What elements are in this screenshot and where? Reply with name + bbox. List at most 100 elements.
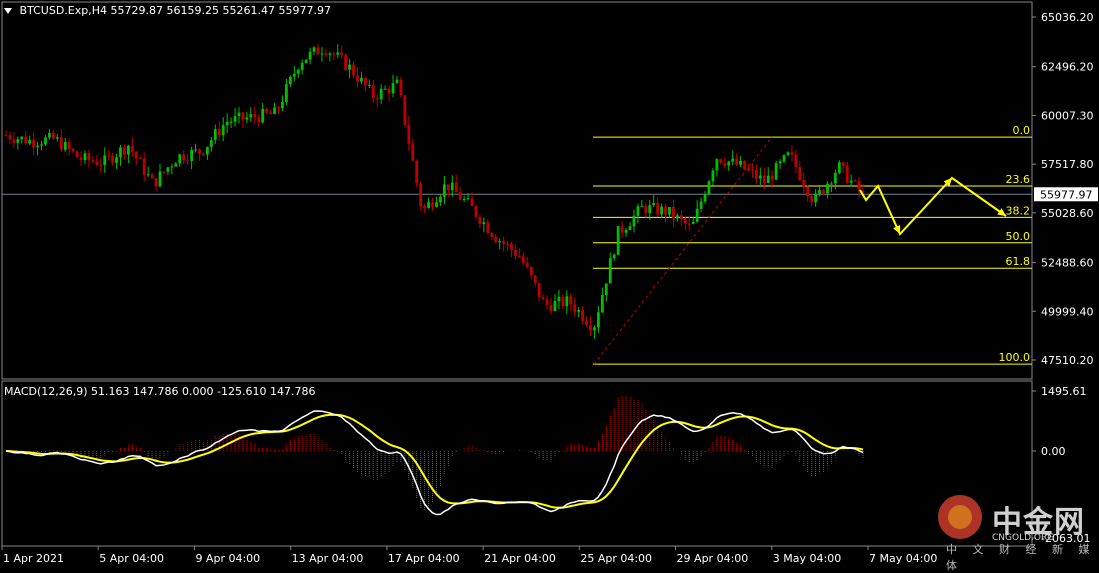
fib-level-label: 61.8 xyxy=(1006,255,1031,268)
fib-trend-line xyxy=(593,136,773,365)
macd-main-line xyxy=(5,410,864,516)
candle-body xyxy=(142,158,146,175)
candle-body xyxy=(853,180,857,182)
candle-body xyxy=(672,207,675,219)
candle-body xyxy=(99,165,103,167)
time-tick-label: 29 Apr 04:00 xyxy=(677,552,749,565)
candle-body xyxy=(494,237,498,243)
candle-body xyxy=(281,101,284,109)
candle-body xyxy=(8,135,12,140)
candle-body xyxy=(581,310,584,322)
candle-body xyxy=(59,137,63,150)
candle-body xyxy=(324,53,328,55)
candle-body xyxy=(20,136,24,140)
price-chart[interactable]: 65036.20 62496.20 60007.30 57517.80 55028.60… xyxy=(0,0,1099,569)
candle-body xyxy=(549,305,553,312)
candle-body xyxy=(790,152,794,155)
candle-body xyxy=(794,154,798,168)
candle-body xyxy=(328,53,332,55)
candle-body xyxy=(119,147,122,158)
candle-body xyxy=(383,88,387,90)
candle-body xyxy=(510,244,513,251)
candle-body xyxy=(521,256,525,263)
candle-body xyxy=(344,54,348,70)
candle-body xyxy=(656,202,660,215)
time-tick-label: 13 Apr 04:00 xyxy=(292,552,364,565)
candle-body xyxy=(364,77,367,86)
candle-body xyxy=(288,76,292,85)
candle-body xyxy=(87,153,91,161)
candle-body xyxy=(537,282,541,298)
candle-body xyxy=(225,121,229,126)
candle-body xyxy=(439,196,442,203)
candle-body xyxy=(352,64,355,76)
candle-body xyxy=(727,161,731,166)
candle-body xyxy=(762,175,766,184)
candle-body xyxy=(833,172,837,184)
candle-body xyxy=(55,137,59,139)
candle-body xyxy=(115,157,118,163)
candle-body xyxy=(427,202,430,208)
candle-body xyxy=(786,152,790,156)
macd-signal-line xyxy=(5,413,864,509)
candle-body xyxy=(32,139,36,147)
candle-body xyxy=(514,250,517,257)
current-price-label: 55977.97 xyxy=(1040,188,1093,201)
candle-body xyxy=(525,262,529,267)
fib-level-label: 0.0 xyxy=(1013,124,1031,137)
candle-body xyxy=(316,47,320,55)
candle-body xyxy=(198,149,201,154)
candle-body xyxy=(340,52,344,55)
candle-body xyxy=(127,145,130,155)
candle-body xyxy=(395,79,399,84)
candle-body xyxy=(723,162,727,166)
candle-body xyxy=(75,151,79,158)
candle-body xyxy=(502,241,505,244)
candle-body xyxy=(375,98,379,100)
time-tick-label: 3 May 04:00 xyxy=(773,552,841,565)
candle-body xyxy=(533,275,537,283)
candle-body xyxy=(810,196,814,203)
candle-body xyxy=(28,139,32,144)
candle-body xyxy=(664,206,667,215)
candle-body xyxy=(146,174,150,176)
candle-body xyxy=(296,69,300,74)
candle-body xyxy=(399,79,403,96)
candle-body xyxy=(577,310,581,312)
candle-body xyxy=(557,296,561,302)
candle-body xyxy=(600,295,604,313)
candle-body xyxy=(628,226,632,230)
time-tick-label: 25 Apr 04:00 xyxy=(580,552,652,565)
price-tick-label: 49999.40 xyxy=(1041,305,1094,318)
candle-body xyxy=(419,183,423,206)
candle-body xyxy=(336,52,340,55)
price-tick-label: 52488.60 xyxy=(1041,257,1094,270)
candle-body xyxy=(652,202,656,206)
candle-body xyxy=(356,75,359,82)
candle-body xyxy=(569,296,573,305)
candle-body xyxy=(103,155,107,166)
candle-body xyxy=(16,139,20,143)
candle-body xyxy=(360,77,363,82)
candle-body xyxy=(237,112,241,117)
candle-body xyxy=(490,233,494,238)
candle-body xyxy=(782,155,786,162)
candle-body xyxy=(95,161,99,166)
candle-body xyxy=(715,159,719,171)
candle-body xyxy=(332,53,336,55)
candle-body xyxy=(63,141,67,150)
candle-body xyxy=(387,88,391,94)
price-tick-label: 57517.80 xyxy=(1041,158,1094,171)
candle-body xyxy=(446,184,450,191)
candle-body xyxy=(849,180,853,183)
candle-body xyxy=(711,170,715,182)
candle-body xyxy=(822,190,825,194)
time-tick-label: 5 Apr 04:00 xyxy=(99,552,164,565)
candle-body xyxy=(371,84,375,99)
candle-body xyxy=(48,132,51,138)
candle-body xyxy=(265,108,269,113)
candle-body xyxy=(134,151,138,158)
candle-body xyxy=(585,321,588,326)
candle-body xyxy=(597,312,600,328)
candle-body xyxy=(458,192,462,200)
